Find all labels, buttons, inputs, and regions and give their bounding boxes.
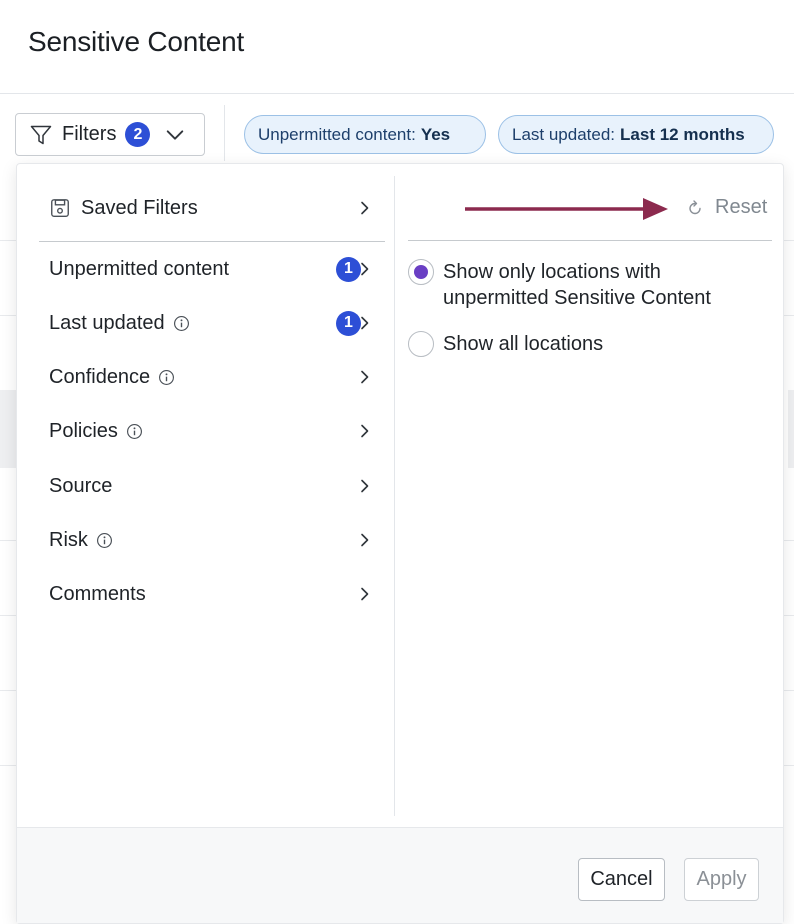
apply-button[interactable]: Apply bbox=[684, 858, 759, 901]
funnel-icon bbox=[30, 125, 52, 144]
filters-button[interactable]: Filters 2 bbox=[15, 113, 205, 156]
menu-item-label: Policies bbox=[49, 419, 118, 442]
menu-item-label: Comments bbox=[49, 582, 146, 605]
refresh-icon bbox=[689, 199, 701, 214]
background-row-divider bbox=[784, 690, 794, 691]
menu-item-unpermitted-content[interactable]: Unpermitted content 1 bbox=[49, 249, 385, 289]
filters-label: Filters bbox=[62, 123, 117, 145]
saved-filters-divider bbox=[39, 241, 385, 242]
background-row-divider bbox=[0, 690, 16, 691]
chevron-right-icon bbox=[361, 479, 369, 493]
chevron-down-icon bbox=[167, 129, 184, 140]
menu-item-label: Risk bbox=[49, 528, 88, 551]
radio-option-all-locations[interactable]: Show all locations bbox=[408, 331, 603, 357]
background-row-divider bbox=[0, 240, 16, 241]
filter-chip-last-updated[interactable]: Last updated: Last 12 months bbox=[498, 115, 774, 154]
popover-footer: Cancel Apply bbox=[17, 827, 783, 923]
page-title: Sensitive Content bbox=[28, 26, 245, 57]
chevron-right-icon bbox=[361, 370, 369, 384]
menu-item-source[interactable]: Source bbox=[49, 466, 385, 506]
info-icon[interactable] bbox=[173, 315, 190, 332]
background-row-highlight bbox=[0, 390, 16, 468]
chip-key: Last updated: bbox=[512, 124, 616, 144]
background-row-divider bbox=[0, 615, 16, 616]
chip-value: Last 12 months bbox=[620, 124, 745, 144]
saved-filters-label: Saved Filters bbox=[81, 196, 198, 219]
info-icon[interactable] bbox=[158, 369, 175, 386]
pane-divider bbox=[394, 176, 395, 816]
menu-item-comments[interactable]: Comments bbox=[49, 574, 385, 614]
radio-button[interactable] bbox=[408, 331, 434, 357]
options-divider bbox=[408, 240, 772, 241]
background-row-divider bbox=[0, 315, 16, 316]
filters-popover: Saved Filters Unpermitted content 1 Last… bbox=[16, 163, 784, 924]
background-row-divider bbox=[784, 615, 794, 616]
info-icon[interactable] bbox=[126, 423, 143, 440]
chevron-right-icon bbox=[361, 587, 369, 601]
radio-button-checked[interactable] bbox=[408, 259, 434, 285]
chevron-right-icon bbox=[361, 424, 369, 438]
menu-item-last-updated[interactable]: Last updated 1 bbox=[49, 303, 385, 343]
background-row-divider bbox=[0, 765, 16, 766]
background-row-divider bbox=[0, 540, 16, 541]
toolbar-separator bbox=[224, 105, 225, 161]
menu-item-label: Unpermitted content bbox=[49, 257, 230, 280]
info-icon[interactable] bbox=[96, 532, 113, 549]
reset-label: Reset bbox=[715, 196, 768, 218]
menu-item-label: Confidence bbox=[49, 365, 151, 388]
filters-count-badge: 2 bbox=[125, 122, 151, 147]
chevron-right-icon bbox=[361, 533, 369, 547]
saved-filters-item[interactable]: Saved Filters bbox=[39, 186, 385, 230]
title-divider bbox=[0, 93, 794, 94]
annotation-arrow bbox=[465, 198, 668, 220]
reset-button[interactable]: Reset bbox=[685, 196, 767, 219]
filter-category-list: Saved Filters Unpermitted content 1 Last… bbox=[17, 164, 394, 814]
menu-item-label: Source bbox=[49, 474, 113, 497]
chip-value: Yes bbox=[420, 124, 451, 144]
menu-item-confidence[interactable]: Confidence bbox=[49, 357, 385, 397]
menu-item-policies[interactable]: Policies bbox=[49, 411, 385, 451]
filter-chip-unpermitted-content[interactable]: Unpermitted content: Yes bbox=[244, 115, 486, 154]
floppy-disk-icon bbox=[51, 199, 69, 217]
menu-item-label: Last updated bbox=[49, 311, 165, 334]
background-row-divider bbox=[784, 765, 794, 766]
chevron-right-icon bbox=[361, 316, 369, 330]
radio-option-unpermitted-only[interactable]: Show only locations with unpermitted Sen… bbox=[408, 259, 768, 311]
background-row-divider bbox=[784, 315, 794, 316]
background-row-divider bbox=[784, 240, 794, 241]
background-row-divider bbox=[784, 540, 794, 541]
chevron-right-icon bbox=[361, 201, 369, 215]
menu-item-risk[interactable]: Risk bbox=[49, 520, 385, 560]
background-row-highlight bbox=[788, 390, 794, 468]
chevron-right-icon bbox=[361, 262, 369, 276]
chip-key: Unpermitted content: bbox=[258, 124, 416, 144]
radio-dot bbox=[414, 265, 428, 279]
cancel-button[interactable]: Cancel bbox=[578, 858, 665, 901]
radio-option-label: Show only locations with unpermitted Sen… bbox=[443, 261, 711, 309]
radio-option-label: Show all locations bbox=[443, 333, 604, 355]
